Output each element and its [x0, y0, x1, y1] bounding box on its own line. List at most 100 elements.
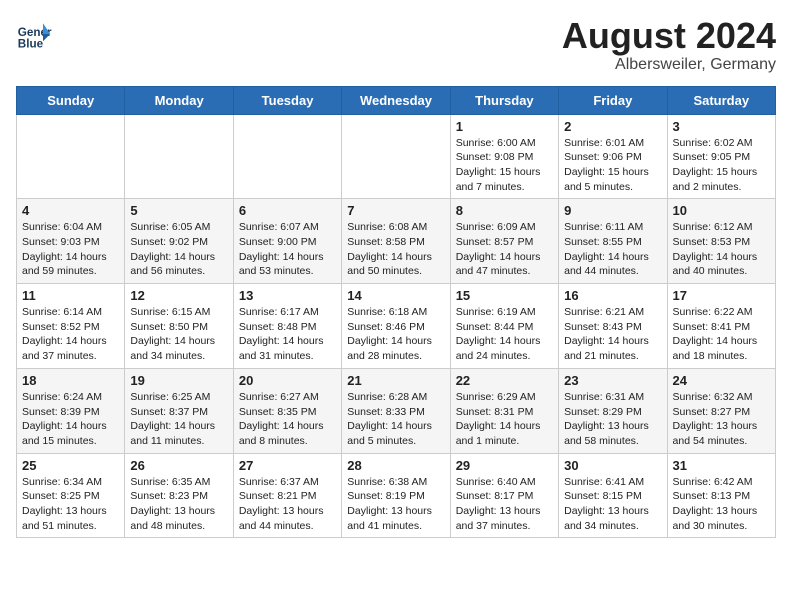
weekday-header-thursday: Thursday	[450, 86, 558, 114]
day-number: 3	[673, 119, 770, 134]
calendar-cell: 26 Sunrise: 6:35 AM Sunset: 8:23 PM Dayli…	[125, 453, 233, 538]
day-number: 1	[456, 119, 553, 134]
day-info: Sunrise: 6:21 AM Sunset: 8:43 PM Dayligh…	[564, 305, 661, 364]
calendar-cell	[125, 114, 233, 199]
weekday-header-row: SundayMondayTuesdayWednesdayThursdayFrid…	[17, 86, 776, 114]
day-number: 27	[239, 458, 336, 473]
day-number: 12	[130, 288, 227, 303]
logo: General Blue	[16, 16, 52, 52]
calendar-cell: 6 Sunrise: 6:07 AM Sunset: 9:00 PM Daylig…	[233, 199, 341, 284]
day-info: Sunrise: 6:17 AM Sunset: 8:48 PM Dayligh…	[239, 305, 336, 364]
calendar-cell: 22 Sunrise: 6:29 AM Sunset: 8:31 PM Dayli…	[450, 368, 558, 453]
day-info: Sunrise: 6:07 AM Sunset: 9:00 PM Dayligh…	[239, 220, 336, 279]
day-number: 28	[347, 458, 444, 473]
svg-text:Blue: Blue	[18, 38, 44, 51]
day-number: 2	[564, 119, 661, 134]
calendar-cell: 17 Sunrise: 6:22 AM Sunset: 8:41 PM Dayli…	[667, 284, 775, 369]
calendar-cell: 18 Sunrise: 6:24 AM Sunset: 8:39 PM Dayli…	[17, 368, 125, 453]
day-number: 30	[564, 458, 661, 473]
day-info: Sunrise: 6:35 AM Sunset: 8:23 PM Dayligh…	[130, 475, 227, 534]
day-number: 14	[347, 288, 444, 303]
calendar-cell: 29Sunrise: 6:40 AM Sunset: 8:17 PM Dayli…	[450, 453, 558, 538]
calendar-cell: 4Sunrise: 6:04 AM Sunset: 9:03 PM Daylig…	[17, 199, 125, 284]
day-info: Sunrise: 6:28 AM Sunset: 8:33 PM Dayligh…	[347, 390, 444, 449]
day-number: 15	[456, 288, 553, 303]
calendar-cell: 13Sunrise: 6:17 AM Sunset: 8:48 PM Dayli…	[233, 284, 341, 369]
month-year-title: August 2024	[562, 16, 776, 56]
calendar-cell: 3 Sunrise: 6:02 AM Sunset: 9:05 PM Daylig…	[667, 114, 775, 199]
day-number: 24	[673, 373, 770, 388]
day-number: 16	[564, 288, 661, 303]
day-number: 23	[564, 373, 661, 388]
day-number: 10	[673, 203, 770, 218]
weekday-header-tuesday: Tuesday	[233, 86, 341, 114]
weekday-header-sunday: Sunday	[17, 86, 125, 114]
calendar-cell	[17, 114, 125, 199]
day-number: 4	[22, 203, 119, 218]
calendar-week-row: 4Sunrise: 6:04 AM Sunset: 9:03 PM Daylig…	[17, 199, 776, 284]
day-info: Sunrise: 6:27 AM Sunset: 8:35 PM Dayligh…	[239, 390, 336, 449]
calendar-cell: 9 Sunrise: 6:11 AM Sunset: 8:55 PM Daylig…	[559, 199, 667, 284]
day-info: Sunrise: 6:01 AM Sunset: 9:06 PM Dayligh…	[564, 136, 661, 195]
calendar-cell: 23Sunrise: 6:31 AM Sunset: 8:29 PM Dayli…	[559, 368, 667, 453]
day-number: 9	[564, 203, 661, 218]
day-number: 7	[347, 203, 444, 218]
day-info: Sunrise: 6:42 AM Sunset: 8:13 PM Dayligh…	[673, 475, 770, 534]
calendar-cell: 31Sunrise: 6:42 AM Sunset: 8:13 PM Dayli…	[667, 453, 775, 538]
day-info: Sunrise: 6:22 AM Sunset: 8:41 PM Dayligh…	[673, 305, 770, 364]
calendar-cell: 5Sunrise: 6:05 AM Sunset: 9:02 PM Daylig…	[125, 199, 233, 284]
day-info: Sunrise: 6:34 AM Sunset: 8:25 PM Dayligh…	[22, 475, 119, 534]
day-info: Sunrise: 6:18 AM Sunset: 8:46 PM Dayligh…	[347, 305, 444, 364]
calendar-cell: 10 Sunrise: 6:12 AM Sunset: 8:53 PM Dayli…	[667, 199, 775, 284]
day-info: Sunrise: 6:11 AM Sunset: 8:55 PM Dayligh…	[564, 220, 661, 279]
calendar-cell: 19 Sunrise: 6:25 AM Sunset: 8:37 PM Dayli…	[125, 368, 233, 453]
day-number: 11	[22, 288, 119, 303]
weekday-header-saturday: Saturday	[667, 86, 775, 114]
day-info: Sunrise: 6:05 AM Sunset: 9:02 PM Dayligh…	[130, 220, 227, 279]
day-info: Sunrise: 6:24 AM Sunset: 8:39 PM Dayligh…	[22, 390, 119, 449]
calendar-cell: 16 Sunrise: 6:21 AM Sunset: 8:43 PM Dayli…	[559, 284, 667, 369]
calendar-cell: 14 Sunrise: 6:18 AM Sunset: 8:46 PM Dayli…	[342, 284, 450, 369]
calendar-cell: 2 Sunrise: 6:01 AM Sunset: 9:06 PM Daylig…	[559, 114, 667, 199]
calendar-cell: 7Sunrise: 6:08 AM Sunset: 8:58 PM Daylig…	[342, 199, 450, 284]
page-header: General Blue August 2024 Albersweiler, G…	[16, 16, 776, 74]
calendar-week-row: 18 Sunrise: 6:24 AM Sunset: 8:39 PM Dayli…	[17, 368, 776, 453]
day-number: 22	[456, 373, 553, 388]
day-number: 20	[239, 373, 336, 388]
day-number: 26	[130, 458, 227, 473]
calendar-cell: 28 Sunrise: 6:38 AM Sunset: 8:19 PM Dayli…	[342, 453, 450, 538]
day-number: 6	[239, 203, 336, 218]
day-info: Sunrise: 6:38 AM Sunset: 8:19 PM Dayligh…	[347, 475, 444, 534]
calendar-cell: 11 Sunrise: 6:14 AM Sunset: 8:52 PM Dayli…	[17, 284, 125, 369]
day-number: 29	[456, 458, 553, 473]
calendar-cell	[233, 114, 341, 199]
day-info: Sunrise: 6:25 AM Sunset: 8:37 PM Dayligh…	[130, 390, 227, 449]
day-number: 25	[22, 458, 119, 473]
calendar-table: SundayMondayTuesdayWednesdayThursdayFrid…	[16, 86, 776, 539]
day-number: 17	[673, 288, 770, 303]
location-subtitle: Albersweiler, Germany	[562, 56, 776, 74]
day-info: Sunrise: 6:09 AM Sunset: 8:57 PM Dayligh…	[456, 220, 553, 279]
day-info: Sunrise: 6:14 AM Sunset: 8:52 PM Dayligh…	[22, 305, 119, 364]
day-info: Sunrise: 6:37 AM Sunset: 8:21 PM Dayligh…	[239, 475, 336, 534]
day-number: 8	[456, 203, 553, 218]
calendar-cell: 21Sunrise: 6:28 AM Sunset: 8:33 PM Dayli…	[342, 368, 450, 453]
day-info: Sunrise: 6:32 AM Sunset: 8:27 PM Dayligh…	[673, 390, 770, 449]
calendar-cell: 1Sunrise: 6:00 AM Sunset: 9:08 PM Daylig…	[450, 114, 558, 199]
day-info: Sunrise: 6:29 AM Sunset: 8:31 PM Dayligh…	[456, 390, 553, 449]
weekday-header-monday: Monday	[125, 86, 233, 114]
day-info: Sunrise: 6:02 AM Sunset: 9:05 PM Dayligh…	[673, 136, 770, 195]
day-info: Sunrise: 6:12 AM Sunset: 8:53 PM Dayligh…	[673, 220, 770, 279]
calendar-cell: 15Sunrise: 6:19 AM Sunset: 8:44 PM Dayli…	[450, 284, 558, 369]
title-area: August 2024 Albersweiler, Germany	[562, 16, 776, 74]
day-number: 18	[22, 373, 119, 388]
day-info: Sunrise: 6:15 AM Sunset: 8:50 PM Dayligh…	[130, 305, 227, 364]
calendar-week-row: 1Sunrise: 6:00 AM Sunset: 9:08 PM Daylig…	[17, 114, 776, 199]
calendar-cell: 24 Sunrise: 6:32 AM Sunset: 8:27 PM Dayli…	[667, 368, 775, 453]
calendar-cell: 8 Sunrise: 6:09 AM Sunset: 8:57 PM Daylig…	[450, 199, 558, 284]
weekday-header-friday: Friday	[559, 86, 667, 114]
calendar-cell: 20 Sunrise: 6:27 AM Sunset: 8:35 PM Dayli…	[233, 368, 341, 453]
calendar-cell	[342, 114, 450, 199]
day-number: 19	[130, 373, 227, 388]
calendar-cell: 25 Sunrise: 6:34 AM Sunset: 8:25 PM Dayli…	[17, 453, 125, 538]
